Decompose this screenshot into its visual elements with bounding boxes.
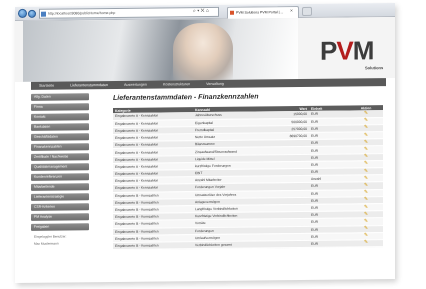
- main-content: Lieferantenstammdaten - Finanzkennzahlen…: [97, 92, 387, 250]
- sidebar-item-strategie[interactable]: Lieferantenstrategie: [31, 193, 89, 201]
- nav-auswertungen[interactable]: Auswertungen: [116, 81, 155, 89]
- cell-einheit: EUR: [309, 239, 349, 248]
- table-row: Eingabewerte B - Kennzahlen Verbindlichke…: [113, 239, 383, 250]
- sidebar-item-zertifikate[interactable]: Zertifikate / Nachweise: [31, 153, 89, 161]
- sidebar-item-bankdaten[interactable]: Bankdaten: [31, 123, 89, 131]
- nav-startseite[interactable]: Startseite: [31, 82, 62, 90]
- sidebar-item-kundenreferenzen[interactable]: Kundenreferenzen: [31, 173, 89, 181]
- banner-photo: [23, 18, 298, 82]
- table-body: Eingabewerte A - Kennzahlen Jahresübersch…: [113, 110, 383, 250]
- new-tab-button[interactable]: [302, 6, 312, 16]
- sidebar-item-freigaben[interactable]: Freigaben: [31, 223, 89, 231]
- sidebar-item-qualitaet[interactable]: Qualitätsmanagement: [31, 163, 89, 171]
- sidebar-item-mitarbeitende[interactable]: Mitarbeitende: [31, 183, 89, 191]
- tab-close-icon[interactable]: ×: [290, 8, 293, 14]
- nav-kostenstrukturen[interactable]: Kostenstrukturen: [155, 80, 198, 88]
- sidebar-item-kontakt[interactable]: Kontakt: [31, 113, 89, 121]
- logged-in-user: Max Mustermann: [34, 241, 59, 246]
- page-icon: [41, 11, 46, 17]
- nav-lieferantenstammdaten[interactable]: Lieferantenstammdaten: [62, 81, 116, 90]
- logged-in-label: Eingeloggter Benutzer:: [34, 234, 67, 239]
- sidebar-item-allg-daten[interactable]: Allg. Daten: [31, 93, 89, 101]
- sidebar-item-finanzkennzahlen[interactable]: Finanzkennzahlen: [31, 143, 89, 151]
- screenshot-frame: http://localhost:8080/publicHome/home.ph…: [15, 3, 395, 283]
- browser-tab[interactable]: PVM Solutions PVM Portal | ...: [227, 6, 299, 19]
- sidebar-item-pm-analyse[interactable]: PM Analyse: [31, 213, 89, 221]
- address-bar-icons[interactable]: ⌕ ▾ ✕ ⌂: [193, 8, 209, 14]
- tab-title: PVM Solutions PVM Portal | ...: [236, 10, 284, 15]
- back-icon[interactable]: [18, 8, 27, 18]
- cell-kennzahl: Verbindlichkeiten gesamt: [193, 240, 279, 249]
- cell-kategorie: Eingabewerte B - Kennzahlen: [113, 241, 193, 250]
- sidebar-item-geschaeftsdaten[interactable]: Geschäftsdaten: [31, 133, 89, 141]
- nav-verwaltung[interactable]: Verwaltung: [198, 80, 232, 88]
- logo-subtitle: Solutions: [365, 65, 384, 71]
- header-banner: PVM Solutions: [15, 17, 395, 82]
- forward-icon[interactable]: [28, 9, 36, 18]
- sidebar-item-firma[interactable]: Firma: [31, 103, 89, 111]
- sidebar-item-csr[interactable]: CSR-Kriterien: [31, 203, 89, 211]
- banner-person-image: [173, 22, 233, 81]
- finance-table: Kategorie Kennzahl Wert Einheit Aktion E…: [113, 105, 383, 250]
- cell-wert: [279, 240, 309, 248]
- pvm-logo[interactable]: PVM: [320, 35, 373, 67]
- address-text: http://localhost:8080/publicHome/home.ph…: [48, 10, 116, 16]
- page-title: Lieferantenstammdaten - Finanzkennzahlen: [113, 93, 259, 102]
- edit-icon[interactable]: ✎: [349, 239, 383, 248]
- tab-favicon-icon: [230, 10, 234, 15]
- sidebar: Allg. Daten Firma Kontakt Bankdaten Gesc…: [31, 93, 89, 246]
- address-bar[interactable]: http://localhost:8080/publicHome/home.ph…: [39, 6, 219, 19]
